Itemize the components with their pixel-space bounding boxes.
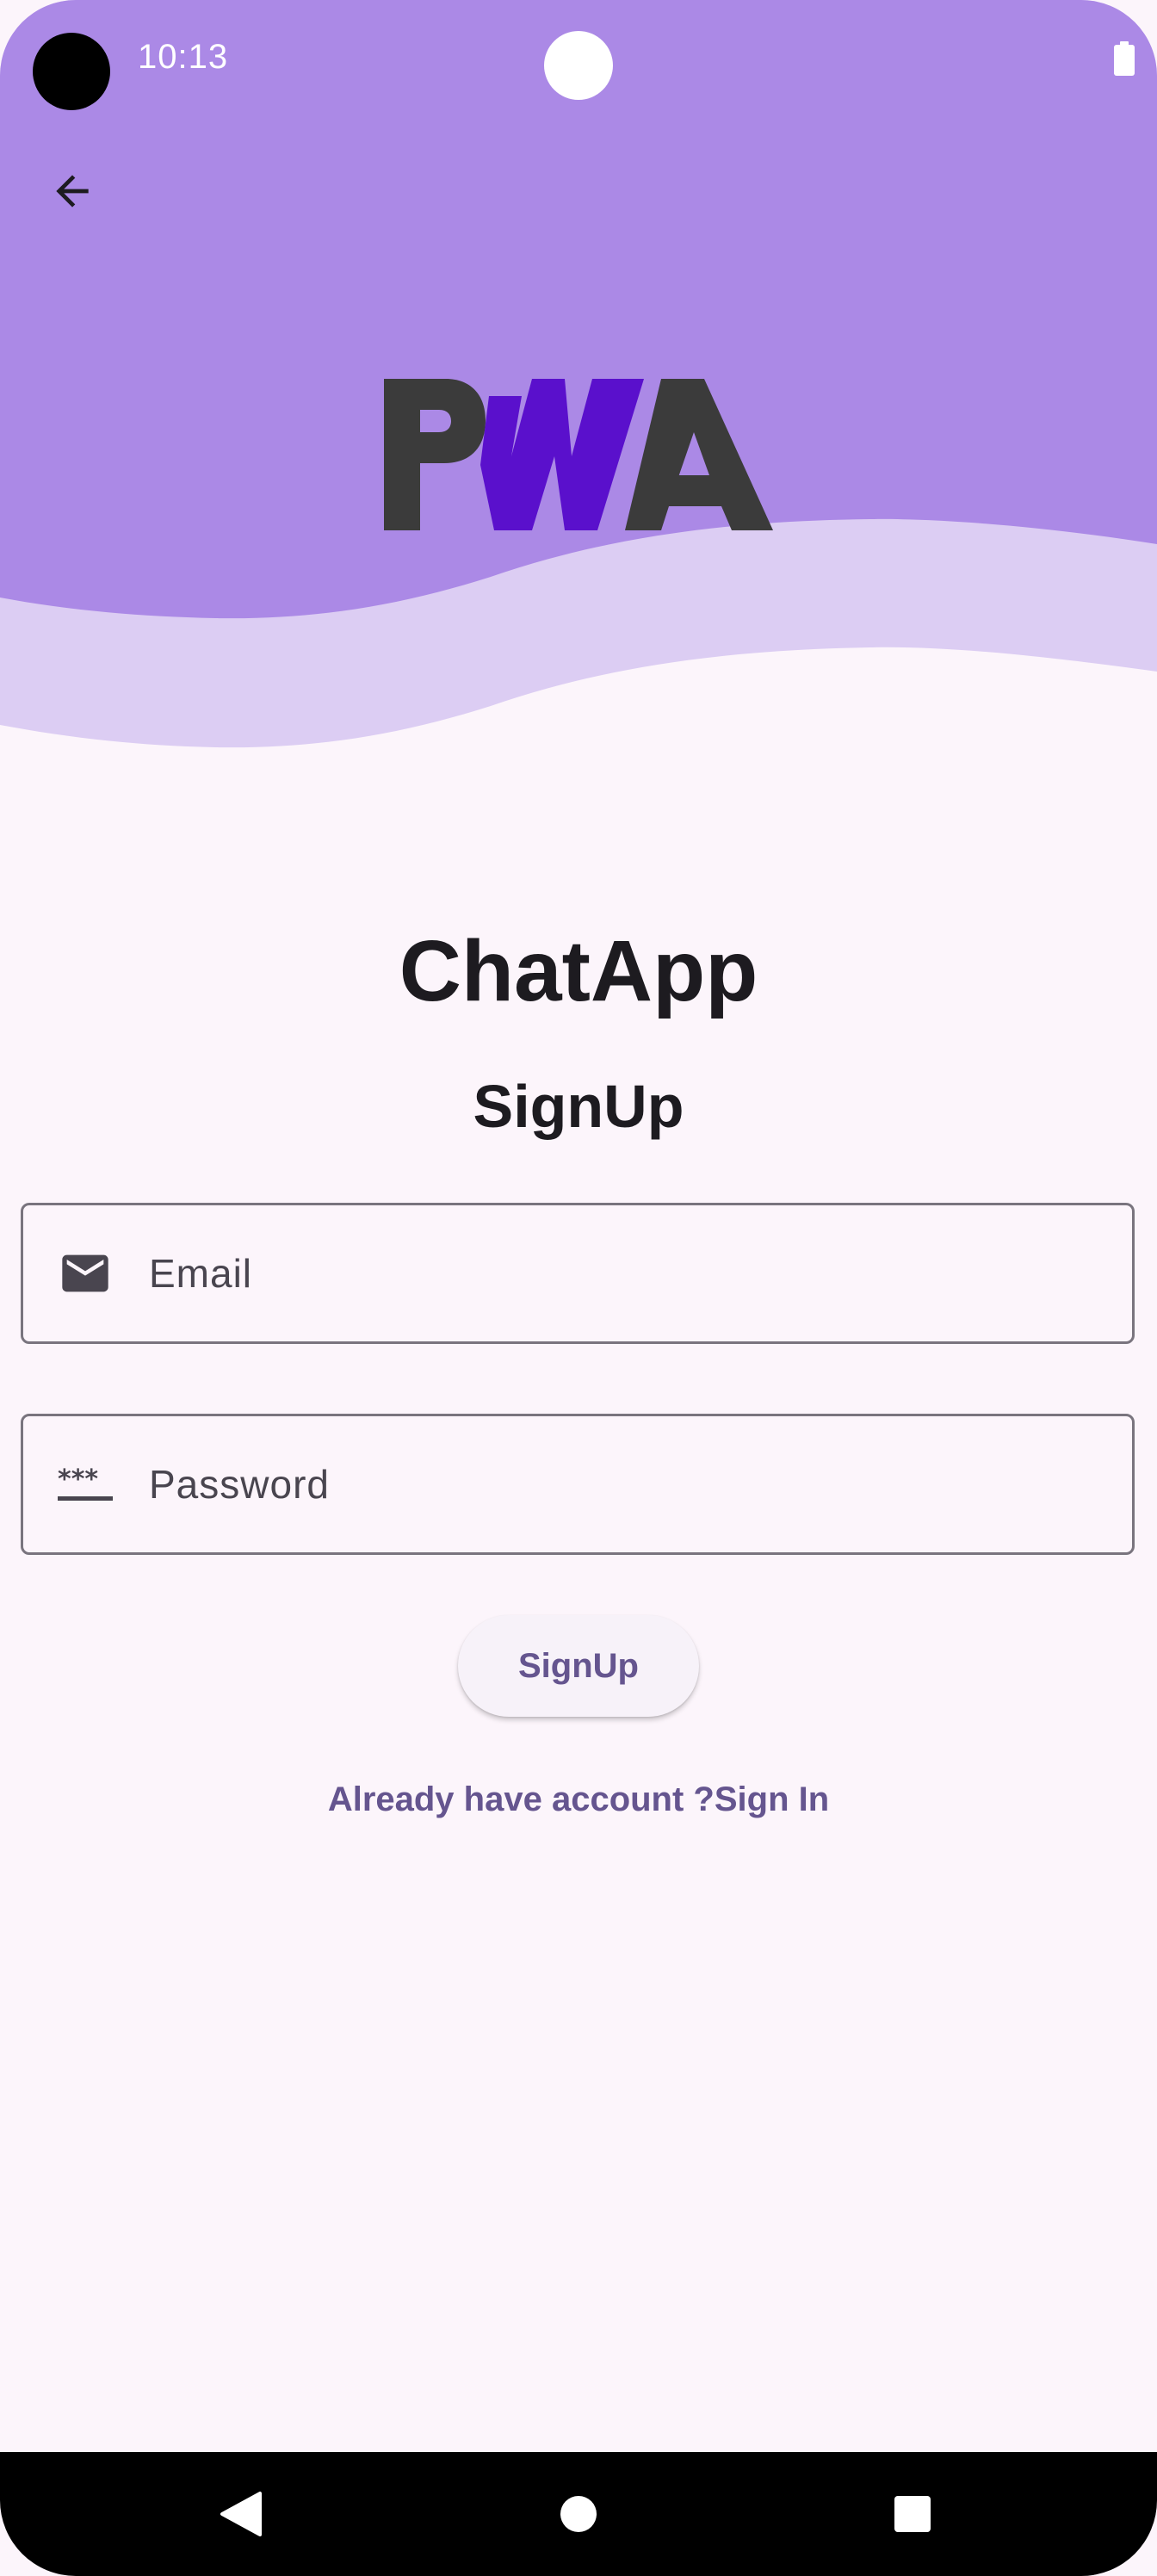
nav-home-button[interactable] — [548, 2483, 609, 2545]
nav-home-icon — [560, 2496, 597, 2532]
nav-back-icon — [220, 2492, 262, 2536]
navigation-bar — [0, 2452, 1157, 2576]
form-title: SignUp — [473, 1073, 684, 1140]
battery-full-icon — [1114, 41, 1135, 76]
back-button[interactable] — [36, 155, 108, 227]
email-field[interactable] — [21, 1203, 1135, 1344]
password-field[interactable]: *** — [21, 1414, 1135, 1555]
svg-text:***: *** — [58, 1464, 98, 1495]
nav-back-button[interactable] — [210, 2483, 272, 2545]
app-title: ChatApp — [399, 923, 758, 1019]
arrow-back-icon — [56, 175, 89, 207]
status-bar: 10:13 — [0, 0, 1157, 121]
password-icon: *** — [58, 1457, 113, 1512]
status-indicator-dot — [544, 31, 613, 100]
mail-icon — [58, 1246, 113, 1301]
email-input[interactable] — [147, 1204, 1132, 1342]
signin-link[interactable]: Already have account ?Sign In — [0, 1780, 1157, 1819]
signup-button[interactable]: SignUp — [458, 1615, 699, 1717]
pwa-logo — [384, 379, 773, 530]
password-input[interactable] — [147, 1415, 1132, 1553]
camera-cutout — [33, 33, 110, 110]
nav-recents-button[interactable] — [882, 2483, 944, 2545]
signup-screen: 10:13 ChatApp SignUp Email *** SignUp Al… — [0, 0, 1157, 2576]
status-time: 10:13 — [138, 38, 229, 76]
nav-recents-icon — [894, 2496, 931, 2532]
